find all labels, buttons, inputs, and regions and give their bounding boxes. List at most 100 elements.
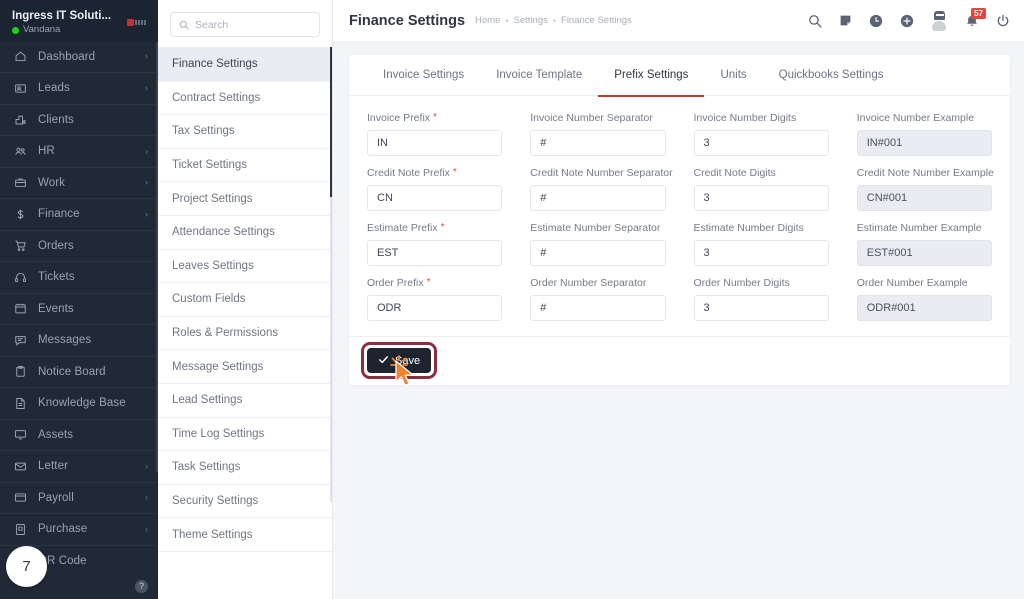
briefcase-icon bbox=[13, 175, 28, 190]
sidebar-item-letter[interactable]: Letter › bbox=[0, 451, 158, 483]
input-estimate-number-separator[interactable] bbox=[530, 240, 666, 266]
settings-scrollbar-track[interactable] bbox=[330, 197, 332, 502]
settings-item-label: Project Settings bbox=[172, 192, 253, 205]
breadcrumb-separator: • bbox=[505, 15, 509, 26]
field-credit-note-number-example: Credit Note Number Example bbox=[856, 167, 994, 211]
online-status-dot bbox=[12, 26, 19, 34]
tab-prefix-settings[interactable]: Prefix Settings bbox=[598, 56, 705, 97]
sidebar-item-payroll[interactable]: Payroll › bbox=[0, 483, 158, 515]
sidebar-item-label: Notice Board bbox=[38, 365, 106, 378]
settings-item-tax-settings[interactable]: Tax Settings bbox=[158, 115, 332, 149]
tab-invoice-template[interactable]: Invoice Template bbox=[480, 56, 598, 97]
sidebar-item-work[interactable]: Work › bbox=[0, 168, 158, 200]
search-icon[interactable] bbox=[808, 14, 822, 28]
sidebar-item-hr[interactable]: HR › bbox=[0, 136, 158, 168]
settings-item-custom-fields[interactable]: Custom Fields bbox=[158, 283, 332, 317]
field-credit-note-digits: Credit Note Digits bbox=[693, 167, 829, 211]
tab-quickbooks-settings[interactable]: Quickbooks Settings bbox=[763, 56, 900, 97]
field-label: Order Prefix * bbox=[367, 277, 502, 289]
search-icon bbox=[179, 20, 189, 30]
sidebar-item-purchase[interactable]: Purchase › bbox=[0, 514, 158, 546]
help-icon[interactable]: ? bbox=[135, 579, 148, 593]
settings-item-ticket-settings[interactable]: Ticket Settings bbox=[158, 149, 332, 183]
input-credit-note-prefix[interactable] bbox=[367, 185, 503, 211]
field-label: Credit Note Prefix * bbox=[367, 167, 502, 179]
topbar-actions: 57 bbox=[808, 7, 1010, 31]
settings-item-leaves-settings[interactable]: Leaves Settings bbox=[158, 250, 332, 284]
settings-search-box[interactable] bbox=[170, 12, 320, 37]
app-root: Ingress IT Soluti... Vandana Dashboard › L… bbox=[0, 0, 1024, 599]
input-order-number-digits[interactable] bbox=[693, 295, 829, 321]
field-label: Invoice Prefix * bbox=[367, 112, 502, 124]
breadcrumb: Home • Settings • Finance Settings bbox=[475, 15, 632, 26]
field-invoice-number-example: Invoice Number Example bbox=[856, 112, 992, 156]
plus-circle-icon[interactable] bbox=[900, 14, 914, 28]
input-invoice-prefix[interactable] bbox=[367, 130, 503, 156]
sidebar-item-leads[interactable]: Leads › bbox=[0, 73, 158, 105]
sidebar-item-label: Clients bbox=[38, 113, 74, 126]
avatar[interactable] bbox=[931, 10, 948, 31]
tab-units[interactable]: Units bbox=[704, 56, 762, 97]
sidebar-item-label: Payroll bbox=[38, 491, 74, 504]
settings-item-label: Leaves Settings bbox=[172, 259, 254, 272]
input-invoice-number-separator[interactable] bbox=[530, 130, 666, 156]
settings-item-attendance-settings[interactable]: Attendance Settings bbox=[158, 216, 332, 250]
power-icon[interactable] bbox=[996, 14, 1010, 28]
sidebar-item-finance[interactable]: Finance › bbox=[0, 199, 158, 231]
input-estimate-number-digits[interactable] bbox=[693, 240, 829, 266]
settings-item-project-settings[interactable]: Project Settings bbox=[158, 182, 332, 216]
input-invoice-number-digits[interactable] bbox=[693, 130, 829, 156]
tab-invoice-settings[interactable]: Invoice Settings bbox=[367, 56, 480, 97]
user-name: Vandana bbox=[23, 24, 61, 36]
sidebar-item-messages[interactable]: Messages bbox=[0, 325, 158, 357]
field-label-text: Order Number Separator bbox=[530, 277, 647, 289]
sidebar-item-notice-board[interactable]: Notice Board bbox=[0, 357, 158, 389]
content-area: Invoice Settings Invoice Template Prefix S… bbox=[333, 42, 1024, 387]
input-estimate-prefix[interactable] bbox=[367, 240, 503, 266]
save-button[interactable]: Save bbox=[367, 348, 432, 373]
field-label-text: Estimate Number Separator bbox=[530, 222, 661, 234]
settings-item-list: Finance Settings Contract Settings Tax Set… bbox=[158, 47, 332, 552]
settings-item-label: Lead Settings bbox=[172, 394, 243, 407]
settings-item-contract-settings[interactable]: Contract Settings bbox=[158, 82, 332, 116]
input-credit-note-digits[interactable] bbox=[693, 185, 829, 211]
settings-item-finance-settings[interactable]: Finance Settings bbox=[158, 48, 332, 82]
sidebar-header[interactable]: Ingress IT Soluti... Vandana bbox=[0, 0, 158, 42]
breadcrumb-item[interactable]: Home bbox=[475, 15, 500, 26]
settings-item-message-settings[interactable]: Message Settings bbox=[158, 350, 332, 384]
form-row: Invoice Prefix* Invoice Number Separator I… bbox=[367, 112, 992, 156]
settings-item-lead-settings[interactable]: Lead Settings bbox=[158, 384, 332, 418]
sidebar-item-label: Assets bbox=[38, 428, 74, 441]
input-order-prefix[interactable] bbox=[367, 295, 503, 321]
input-order-number-separator[interactable] bbox=[530, 295, 666, 321]
main-sidebar: Ingress IT Soluti... Vandana Dashboard › L… bbox=[0, 0, 158, 599]
sidebar-item-events[interactable]: Events bbox=[0, 294, 158, 326]
settings-item-roles-permissions[interactable]: Roles & Permissions bbox=[158, 317, 332, 351]
clock-icon[interactable] bbox=[869, 14, 883, 28]
settings-scrollbar-thumb[interactable] bbox=[330, 47, 332, 197]
sidebar-item-orders[interactable]: Orders bbox=[0, 231, 158, 263]
save-button-wrap: Save bbox=[361, 342, 438, 387]
field-label: Order Number Separator bbox=[530, 277, 665, 289]
sidebar-item-label: HR bbox=[38, 145, 55, 158]
settings-item-theme-settings[interactable]: Theme Settings bbox=[158, 518, 332, 552]
breadcrumb-item[interactable]: Settings bbox=[514, 15, 548, 26]
note-icon[interactable] bbox=[839, 14, 852, 27]
sidebar-item-dashboard[interactable]: Dashboard › bbox=[0, 42, 158, 74]
settings-search-input[interactable] bbox=[195, 18, 311, 31]
settings-item-security-settings[interactable]: Security Settings bbox=[158, 485, 332, 519]
breadcrumb-item[interactable]: Finance Settings bbox=[561, 15, 632, 26]
sidebar-item-tickets[interactable]: Tickets bbox=[0, 262, 158, 294]
settings-item-task-settings[interactable]: Task Settings bbox=[158, 451, 332, 485]
sidebar-item-label: QR Code bbox=[38, 554, 87, 567]
sidebar-item-knowledge-base[interactable]: Knowledge Base bbox=[0, 388, 158, 420]
input-credit-note-number-separator[interactable] bbox=[530, 185, 666, 211]
bell-icon[interactable]: 57 bbox=[965, 7, 986, 28]
settings-item-time-log-settings[interactable]: Time Log Settings bbox=[158, 418, 332, 452]
purchase-icon bbox=[13, 522, 28, 537]
sidebar-item-clients[interactable]: Clients bbox=[0, 105, 158, 137]
field-label: Credit Note Number Example bbox=[857, 167, 994, 179]
sidebar-item-assets[interactable]: Assets bbox=[0, 420, 158, 452]
chevron-right-icon: › bbox=[145, 51, 148, 62]
sidebar-item-label: Letter bbox=[38, 460, 69, 473]
